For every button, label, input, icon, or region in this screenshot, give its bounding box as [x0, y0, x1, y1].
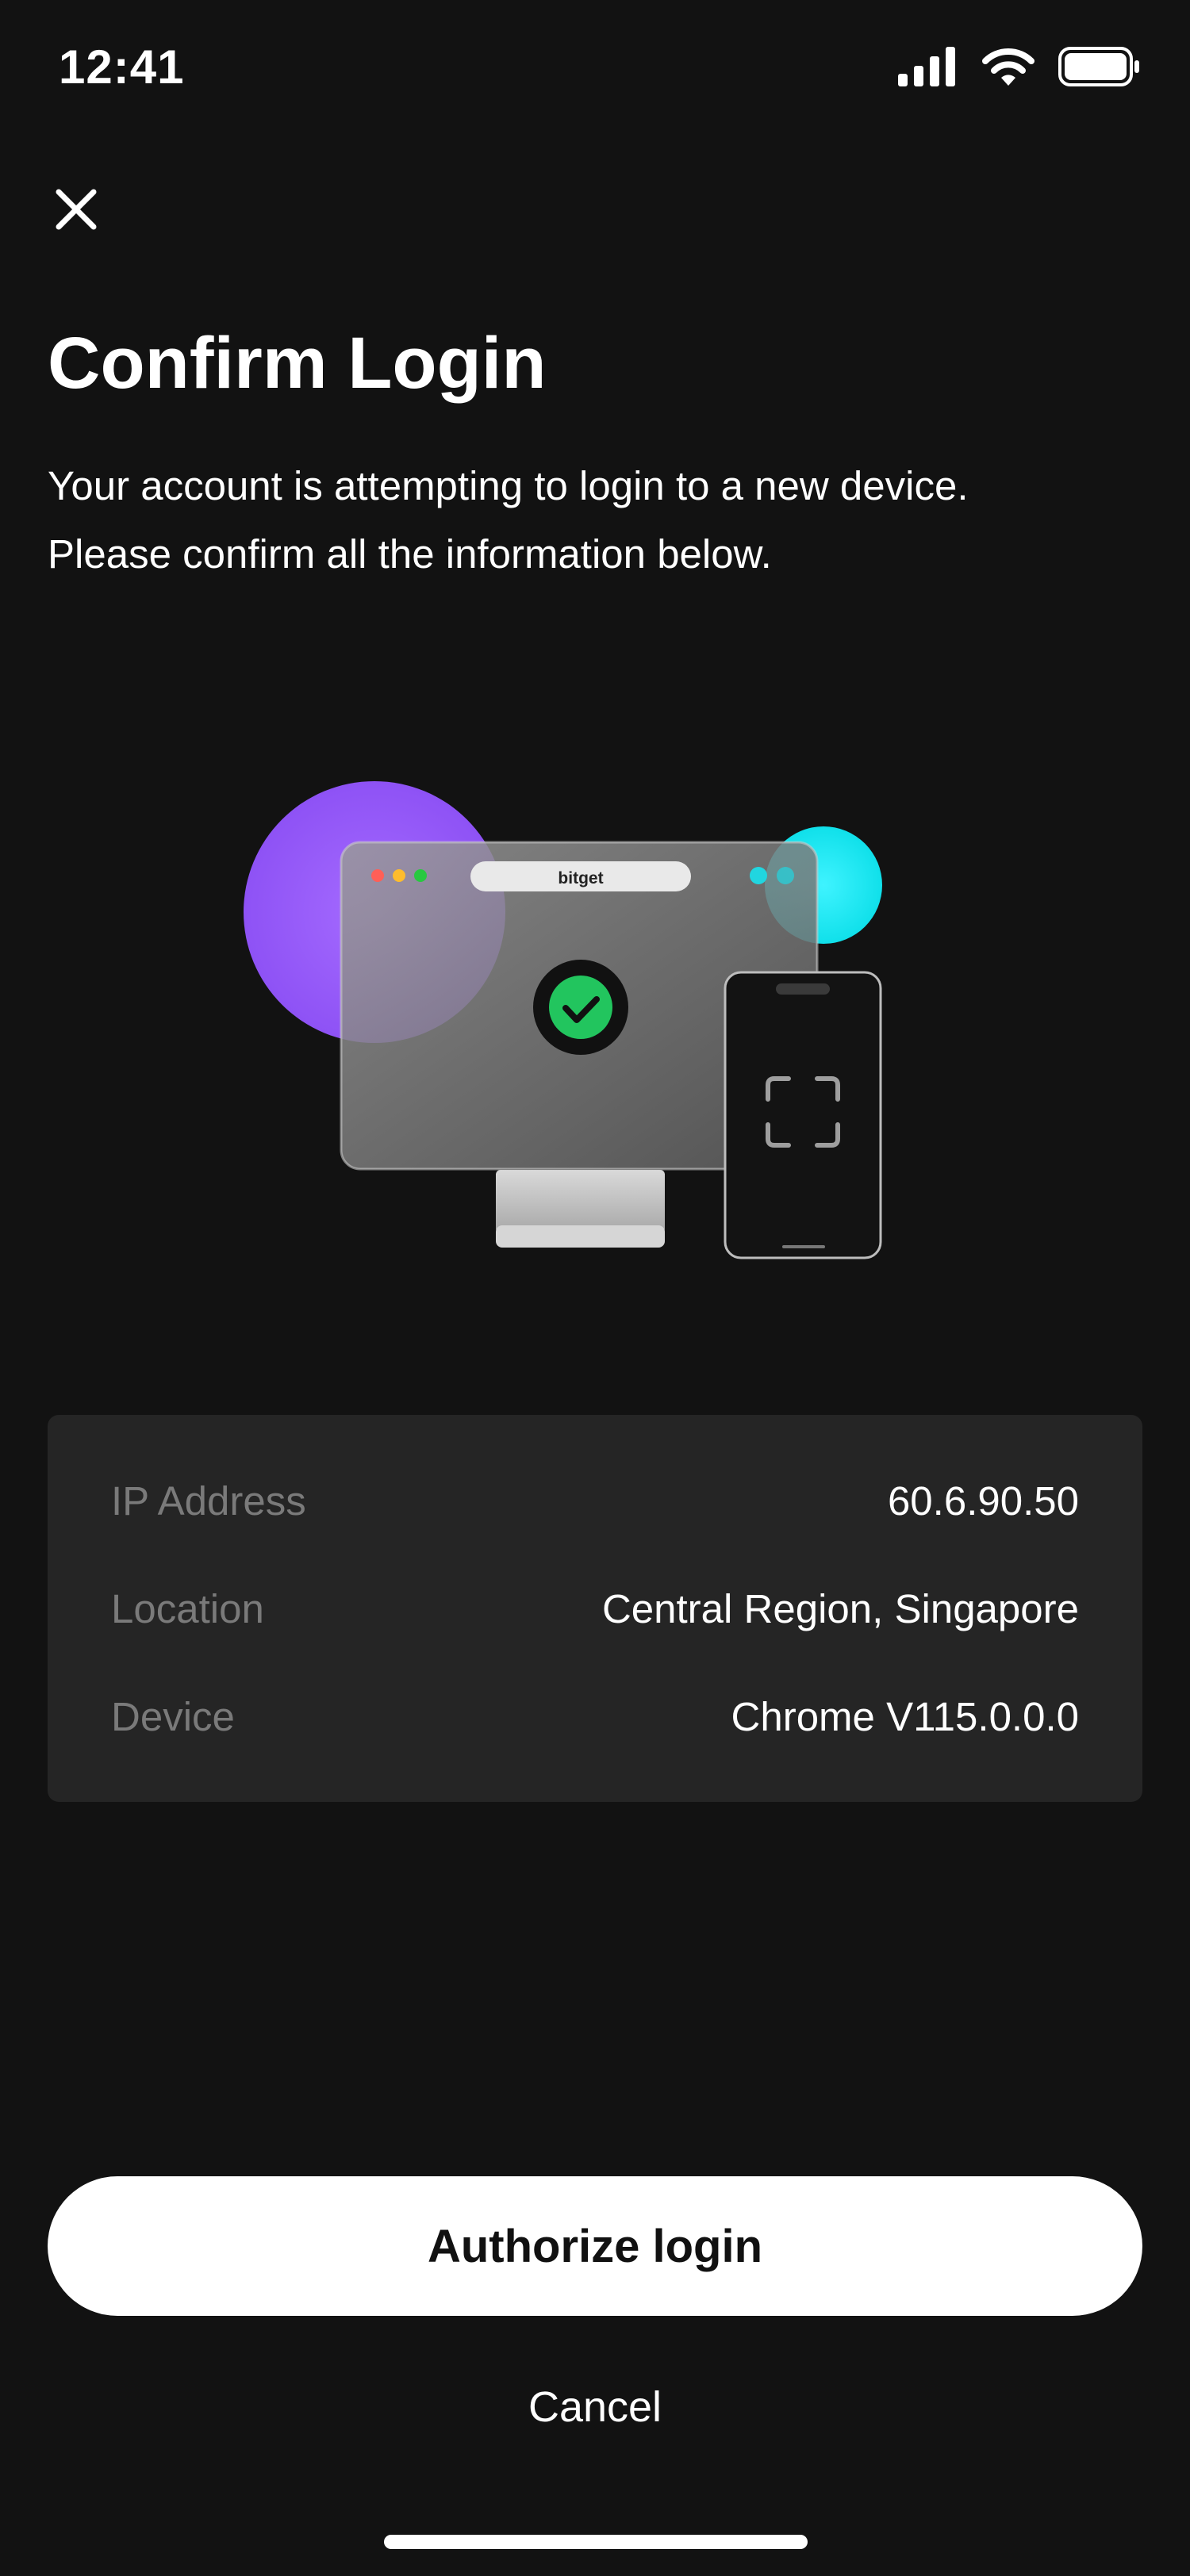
subtitle-line-2: Please confirm all the information below… — [48, 531, 772, 577]
cellular-signal-icon — [898, 47, 955, 86]
info-row-ip: IP Address 60.6.90.50 — [111, 1447, 1079, 1554]
ip-address-label: IP Address — [111, 1478, 306, 1524]
location-value: Central Region, Singapore — [601, 1585, 1079, 1631]
page-subtitle: Your account is attempting to login to a… — [48, 452, 1158, 588]
monitor-stand — [496, 1170, 665, 1233]
browser-label: bitget — [558, 869, 603, 887]
device-value: Chrome V115.0.0.0 — [731, 1693, 1079, 1739]
close-icon — [56, 189, 97, 230]
authorize-login-button[interactable]: Authorize login — [48, 2176, 1142, 2316]
phone-frame — [724, 971, 882, 1259]
close-button[interactable] — [48, 181, 105, 238]
wifi-icon — [982, 48, 1035, 86]
login-info-card: IP Address 60.6.90.50 Location Central R… — [48, 1415, 1142, 1802]
login-illustration: bitget — [244, 781, 882, 1259]
location-label: Location — [111, 1585, 264, 1631]
info-row-location: Location Central Region, Singapore — [111, 1554, 1079, 1662]
device-label: Device — [111, 1693, 235, 1739]
subtitle-line-1: Your account is attempting to login to a… — [48, 463, 969, 508]
ip-address-value: 60.6.90.50 — [887, 1478, 1079, 1524]
home-indicator — [384, 2535, 808, 2549]
status-time: 12:41 — [59, 40, 185, 94]
page-title: Confirm Login — [48, 323, 547, 404]
status-bar: 12:41 — [0, 0, 1190, 135]
confirm-login-screen: 12:41 Confirm Login Your account is atte… — [0, 0, 1190, 2576]
cancel-button[interactable]: Cancel — [397, 2371, 793, 2443]
info-row-device: Device Chrome V115.0.0.0 — [111, 1662, 1079, 1770]
battery-icon — [1058, 47, 1139, 86]
status-icons — [898, 46, 1141, 87]
